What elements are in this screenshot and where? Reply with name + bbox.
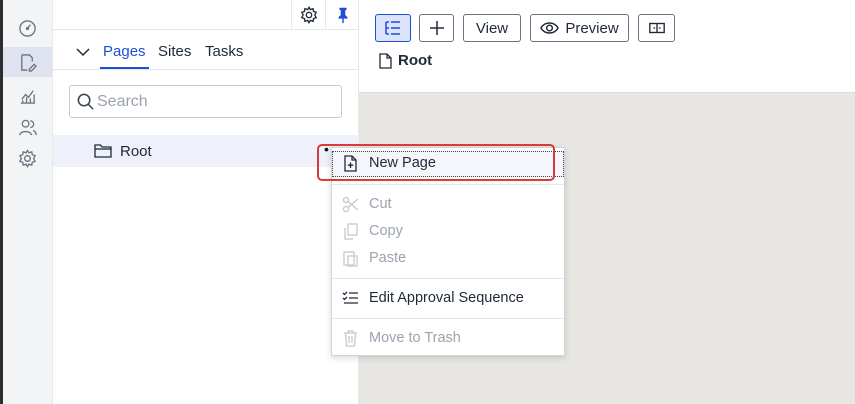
rail-edit-pages[interactable] (3, 47, 52, 77)
add-button[interactable] (419, 14, 454, 42)
rail-analytics[interactable] (3, 80, 52, 110)
dashboard-icon (19, 19, 36, 37)
menu-item-cut[interactable]: Cut (332, 192, 564, 218)
folder-icon (94, 144, 112, 158)
preview-label: Preview (565, 19, 619, 37)
copy-icon (344, 223, 358, 240)
pin-panel-button[interactable] (325, 0, 359, 30)
checklist-icon (342, 291, 358, 304)
menu-item-new-page[interactable]: New Page (332, 151, 564, 177)
edit-pages-icon (21, 53, 37, 72)
settings-icon (18, 148, 37, 168)
menu-separator (332, 278, 564, 279)
panel-settings-button[interactable] (291, 0, 325, 30)
preview-button[interactable]: Preview (530, 14, 629, 42)
search-box (69, 85, 342, 118)
tab-tasks[interactable]: Tasks (205, 43, 243, 69)
rail-settings[interactable] (3, 143, 52, 173)
pin-icon (338, 7, 347, 24)
analytics-icon (20, 89, 36, 104)
trash-icon (344, 330, 357, 347)
eye-icon (540, 22, 560, 34)
menu-item-paste[interactable]: Paste (332, 246, 564, 272)
new-page-icon (344, 155, 357, 172)
tree-item-label: Root (120, 143, 152, 160)
tree-panel: Pages Sites Tasks Root • • (53, 0, 359, 404)
menu-item-copy[interactable]: Copy (332, 219, 564, 245)
tab-sites[interactable]: Sites (158, 43, 191, 69)
menu-separator (332, 184, 564, 185)
users-icon (19, 119, 37, 135)
chevron-down-icon[interactable] (75, 44, 91, 60)
search-icon (77, 93, 94, 110)
structure-view-button[interactable] (375, 14, 411, 42)
menu-separator (332, 318, 564, 319)
tree-item-root[interactable]: Root (53, 135, 359, 167)
paste-icon (343, 251, 358, 267)
tab-pages[interactable]: Pages (100, 43, 149, 69)
rail-users[interactable] (3, 112, 52, 142)
view-button[interactable]: View (463, 14, 521, 42)
menu-item-edit-approval-sequence[interactable]: Edit Approval Sequence (332, 286, 564, 312)
search-input[interactable] (97, 92, 327, 111)
menu-item-move-to-trash[interactable]: Move to Trash (332, 326, 564, 352)
compare-button[interactable] (638, 14, 675, 42)
panel-tabs: Pages Sites Tasks (53, 30, 359, 70)
breadcrumb-current: Root (398, 52, 433, 69)
plus-icon (429, 21, 444, 35)
gear-icon (300, 6, 317, 24)
breadcrumb: Root (379, 52, 432, 69)
context-menu: New Page Cut Copy Paste Edit Approval Se… (331, 147, 565, 356)
toolbar: View Preview Root (359, 0, 855, 93)
split-view-icon (648, 22, 665, 34)
page-icon (379, 52, 392, 69)
list-tree-icon (385, 21, 400, 35)
scissors-icon (342, 196, 359, 213)
panel-header (53, 0, 359, 30)
left-rail (0, 0, 53, 404)
rail-dashboard[interactable] (3, 13, 52, 43)
